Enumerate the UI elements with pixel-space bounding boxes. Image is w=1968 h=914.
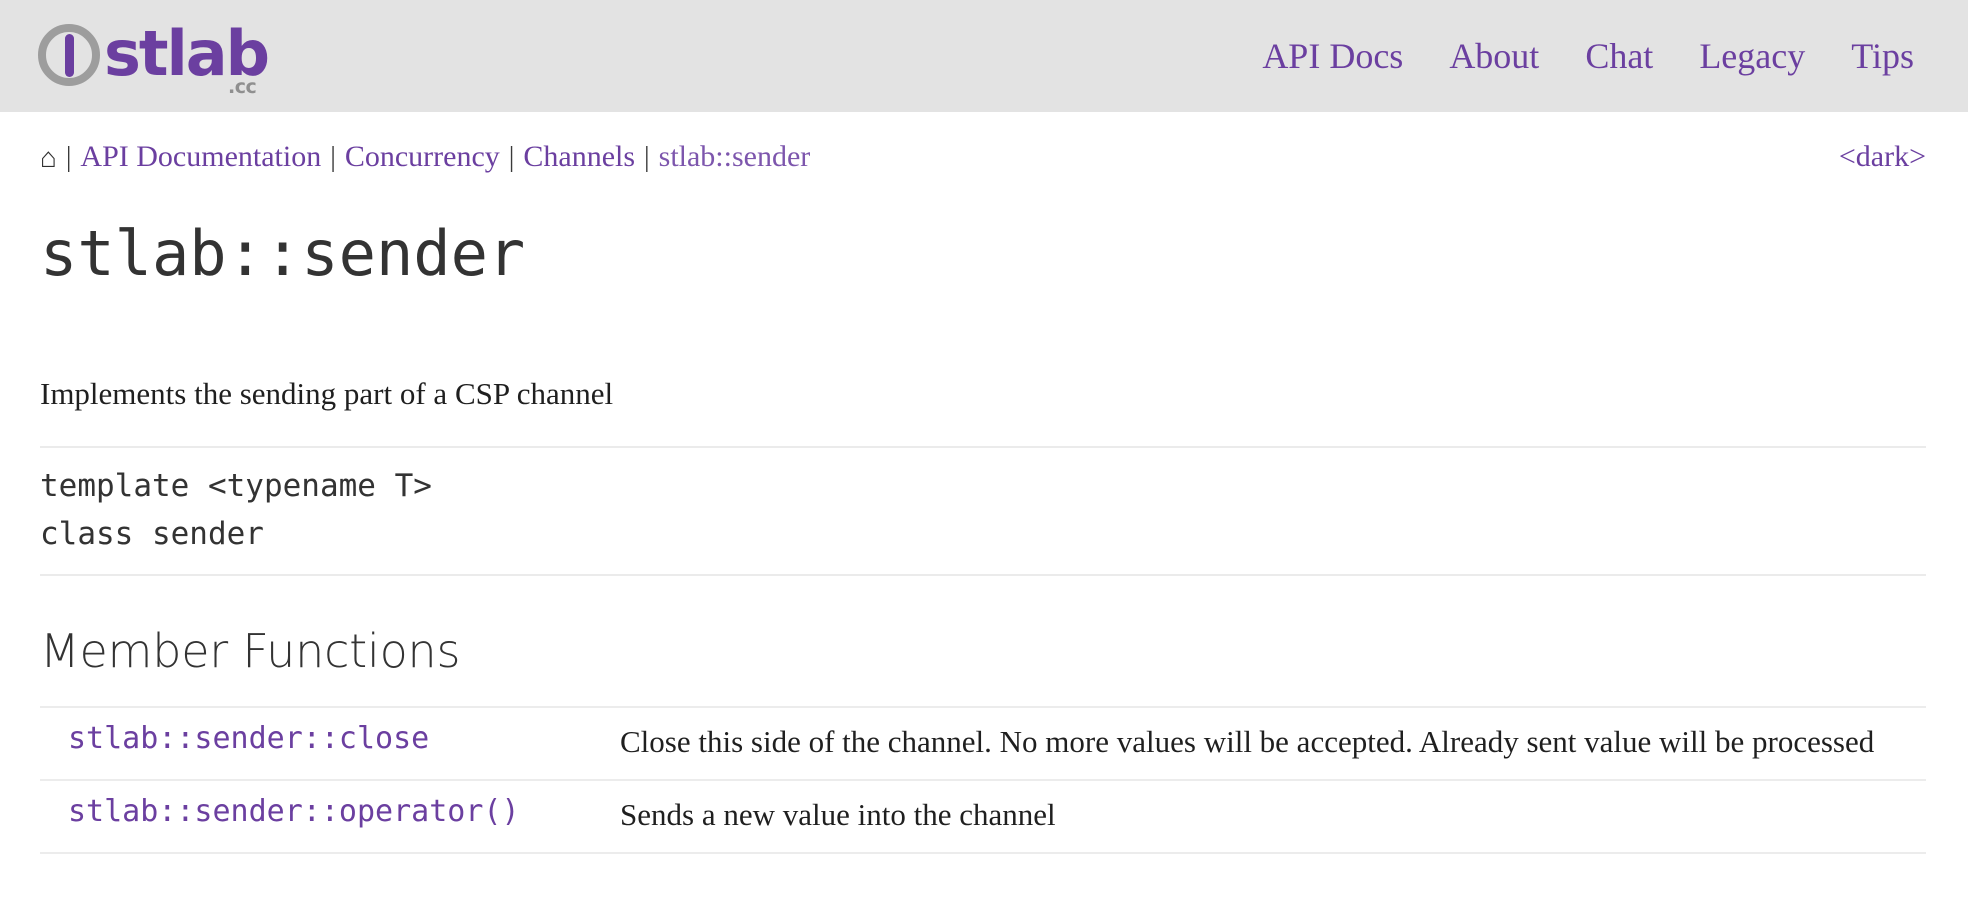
member-link-close[interactable]: stlab::sender::close bbox=[68, 721, 429, 756]
member-description-cell: Sends a new value into the channel bbox=[598, 780, 1926, 853]
breadcrumb: ⌂ | API Documentation | Concurrency | Ch… bbox=[40, 140, 810, 174]
page-content: ⌂ | API Documentation | Concurrency | Ch… bbox=[0, 112, 1968, 854]
nav-item-chat[interactable]: Chat bbox=[1585, 38, 1653, 74]
brand-logo-link[interactable]: stlab .cc bbox=[30, 14, 268, 98]
breadcrumb-item-channels[interactable]: Channels bbox=[523, 140, 635, 174]
nav-item-legacy[interactable]: Legacy bbox=[1699, 38, 1805, 74]
table-row: stlab::sender::operator() Sends a new va… bbox=[40, 780, 1926, 853]
table-row: stlab::sender::close Close this side of … bbox=[40, 707, 1926, 780]
site-header: stlab .cc API Docs About Chat Legacy Tip… bbox=[0, 0, 1968, 112]
breadcrumb-item-stlab-sender[interactable]: stlab::sender bbox=[659, 140, 811, 174]
breadcrumb-item-api-documentation[interactable]: API Documentation bbox=[80, 140, 321, 174]
nav-item-api-docs[interactable]: API Docs bbox=[1262, 38, 1403, 74]
member-name-cell: stlab::sender::operator() bbox=[40, 780, 598, 853]
member-description-cell: Close this side of the channel. No more … bbox=[598, 707, 1926, 780]
breadcrumb-row: ⌂ | API Documentation | Concurrency | Ch… bbox=[40, 112, 1926, 174]
breadcrumb-item-concurrency[interactable]: Concurrency bbox=[345, 140, 500, 174]
member-description: Close this side of the channel. No more … bbox=[620, 724, 1874, 759]
home-icon[interactable]: ⌂ bbox=[40, 145, 57, 173]
declaration-code: template <typename T> class sender bbox=[40, 462, 1926, 558]
brand-tld: .cc bbox=[228, 76, 256, 98]
member-description: Sends a new value into the channel bbox=[620, 797, 1056, 832]
breadcrumb-separator: | bbox=[321, 142, 345, 174]
breadcrumb-separator: | bbox=[57, 142, 81, 174]
page-summary: Implements the sending part of a CSP cha… bbox=[40, 373, 1926, 415]
declaration-block: template <typename T> class sender bbox=[40, 446, 1926, 576]
breadcrumb-separator: | bbox=[635, 142, 659, 174]
page-title: stlab::sender bbox=[40, 218, 1926, 289]
main-navigation: API Docs About Chat Legacy Tips bbox=[1262, 38, 1914, 74]
nav-item-tips[interactable]: Tips bbox=[1851, 38, 1914, 74]
breadcrumb-separator: | bbox=[500, 142, 524, 174]
member-link-operator-call[interactable]: stlab::sender::operator() bbox=[68, 794, 520, 829]
member-functions-table: stlab::sender::close Close this side of … bbox=[40, 706, 1926, 854]
nav-item-about[interactable]: About bbox=[1449, 38, 1539, 74]
section-heading-member-functions: Member Functions bbox=[40, 624, 1926, 678]
dark-mode-toggle[interactable]: <dark> bbox=[1839, 140, 1926, 174]
member-name-cell: stlab::sender::close bbox=[40, 707, 598, 780]
